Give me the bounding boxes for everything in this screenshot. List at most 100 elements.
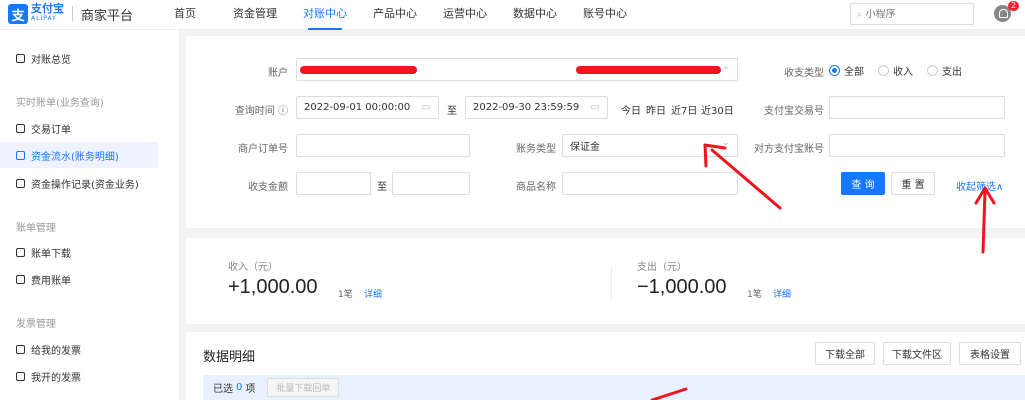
collapse-filter-link[interactable]: 收起筛选∧ <box>956 178 1003 193</box>
details-panel: 数据明细 下载全部 下载文件区 表格设置 已选 0 项 批量下载回单 <box>186 332 1025 400</box>
income-detail-link[interactable]: 详细 <box>364 287 382 300</box>
expense-count: 1笔 <box>747 290 762 300</box>
logo-separator <box>72 6 73 22</box>
filter-panel: 账户 收支类型 全部 收入 支出 查询时间 ⓘ 2022-09-01 00:00… <box>186 36 1025 228</box>
income-value: +1,000.00 <box>228 276 318 298</box>
selection-bar: 已选 0 项 批量下载回单 <box>203 375 1025 400</box>
radio-label: 支出 <box>942 67 962 78</box>
calendar-icon: ▭ <box>590 102 600 113</box>
flow-type-radio-group: 全部 收入 支出 <box>829 63 976 78</box>
logo-name: 支付宝 <box>31 2 64 15</box>
quick-7d[interactable]: 近7日 <box>671 102 697 117</box>
invoice-icon <box>16 371 25 381</box>
nav-operations[interactable]: 运营中心 <box>430 0 500 30</box>
income-count: 1笔 <box>338 290 353 300</box>
radio-label: 全部 <box>844 67 864 78</box>
nav-account[interactable]: 账号中心 <box>570 0 640 30</box>
amount-max-input[interactable] <box>392 172 470 195</box>
overview-icon <box>16 53 25 63</box>
sidebar-item-label: 资金操作记录(资金业务) <box>31 179 139 191</box>
sidebar-item-invoice-by-me[interactable]: 我开的发票 <box>0 363 158 389</box>
sidebar-item-fee-bill[interactable]: 费用账单 <box>0 266 158 292</box>
sidebar-item-trade-orders[interactable]: 交易订单 <box>0 115 158 141</box>
radio-icon <box>878 65 889 76</box>
redacted-account-mark <box>300 66 417 74</box>
quick-30d[interactable]: 近30日 <box>701 102 734 117</box>
sidebar-item-label: 资金流水(账务明细) <box>31 151 119 163</box>
sidebar-item-label: 交易订单 <box>31 124 71 136</box>
download-all-button[interactable]: 下载全部 <box>815 342 875 365</box>
product-name-input[interactable] <box>562 172 738 195</box>
help-icon[interactable]: ⓘ <box>278 106 288 117</box>
batch-download-button[interactable]: 批量下载回单 <box>267 378 340 397</box>
nav-reconciliation[interactable]: 对账中心 <box>290 0 360 30</box>
sidebar: 对账总览 实时账单(业务查询) 交易订单 资金流水(账务明细) 资金操作记录(资… <box>0 30 180 400</box>
sidebar-item-fund-ops[interactable]: 资金操作记录(资金业务) <box>0 170 158 196</box>
download-area-button[interactable]: 下载文件区 <box>883 342 951 365</box>
radio-income[interactable]: 收入 <box>878 63 913 78</box>
account-type-select[interactable]: 保证金 <box>562 134 738 157</box>
amount-range-to: 至 <box>377 182 387 193</box>
table-settings-button[interactable]: 表格设置 <box>959 342 1021 365</box>
amount-label: 收支金额 <box>248 182 288 193</box>
main-nav: 首页 资金管理 对账中心 产品中心 运营中心 数据中心 账号中心 <box>150 0 640 30</box>
start-time-picker[interactable]: 2022-09-01 00:00:00 ▭ <box>296 96 439 119</box>
alipay-trade-no-input[interactable] <box>829 96 1005 119</box>
query-time-label: 查询时间 ⓘ <box>226 102 288 117</box>
start-time-value: 2022-09-01 00:00:00 <box>304 102 411 113</box>
sidebar-item-overview[interactable]: 对账总览 <box>0 45 158 71</box>
expense-detail-link[interactable]: 详细 <box>773 287 791 300</box>
query-button[interactable]: 查 询 <box>841 172 885 195</box>
nav-funds[interactable]: 资金管理 <box>220 0 290 30</box>
merchant-order-label: 商户订单号 <box>238 144 288 155</box>
end-time-picker[interactable]: 2022-09-30 23:59:59 ▭ <box>465 96 608 119</box>
alipay-logo-icon: 支 <box>8 4 28 24</box>
radio-label: 收入 <box>893 67 913 78</box>
calendar-icon: ▭ <box>421 102 431 113</box>
sidebar-item-invoice-to-me[interactable]: 给我的发票 <box>0 336 158 362</box>
quick-today[interactable]: 今日 <box>621 102 641 117</box>
query-time-label-text: 查询时间 <box>234 106 275 117</box>
account-select[interactable] <box>296 58 738 81</box>
radio-all[interactable]: 全部 <box>829 63 864 78</box>
fee-icon <box>16 274 25 284</box>
radio-expense[interactable]: 支出 <box>927 63 962 78</box>
nav-products[interactable]: 产品中心 <box>360 0 430 30</box>
nav-home[interactable]: 首页 <box>150 0 220 30</box>
top-bar: 支 支付宝 ALIPAY 商家平台 首页 资金管理 对账中心 产品中心 运营中心… <box>0 0 1025 30</box>
redacted-account-mark <box>576 66 721 74</box>
product-name-label: 商品名称 <box>516 182 556 193</box>
selected-suffix: 项 <box>245 384 256 395</box>
sidebar-item-label: 对账总览 <box>31 54 71 66</box>
notification-badge: 2 <box>1008 1 1020 11</box>
reset-button[interactable]: 重 置 <box>891 172 935 195</box>
alipay-trade-no-label: 支付宝交易号 <box>764 106 824 117</box>
order-icon <box>16 123 25 133</box>
nav-data[interactable]: 数据中心 <box>500 0 570 30</box>
expense-value: −1,000.00 <box>637 276 727 298</box>
alipay-logo[interactable]: 支 支付宝 ALIPAY 商家平台 <box>8 2 134 24</box>
platform-name: 商家平台 <box>81 8 134 24</box>
radio-icon <box>927 65 938 76</box>
counterparty-input[interactable] <box>829 134 1005 157</box>
merchant-order-input[interactable] <box>296 134 470 157</box>
amount-min-input[interactable] <box>296 172 371 195</box>
sidebar-item-label: 给我的发票 <box>31 345 81 357</box>
top-search[interactable]: ⌕ <box>850 3 974 25</box>
download-icon <box>16 247 25 257</box>
sidebar-item-fund-flow[interactable]: 资金流水(账务明细) <box>0 142 158 168</box>
account-label: 账户 <box>268 68 288 79</box>
counterparty-label: 对方支付宝账号 <box>754 144 824 155</box>
invoice-icon <box>16 344 25 354</box>
flow-icon <box>16 150 25 160</box>
summary-panel: 收入（元） +1,000.00 1笔 详细 支出（元） −1,000.00 1笔… <box>186 238 1025 324</box>
account-type-value: 保证金 <box>570 142 600 153</box>
quick-yesterday[interactable]: 昨日 <box>646 102 666 117</box>
sidebar-item-label: 账单下载 <box>31 248 71 260</box>
record-icon <box>16 178 25 188</box>
account-type-label: 账务类型 <box>516 144 556 155</box>
sidebar-item-bill-download[interactable]: 账单下载 <box>0 239 158 265</box>
logo-text: 支付宝 ALIPAY <box>31 2 64 24</box>
search-input[interactable] <box>865 8 956 20</box>
collapse-filter-label: 收起筛选 <box>956 182 996 193</box>
